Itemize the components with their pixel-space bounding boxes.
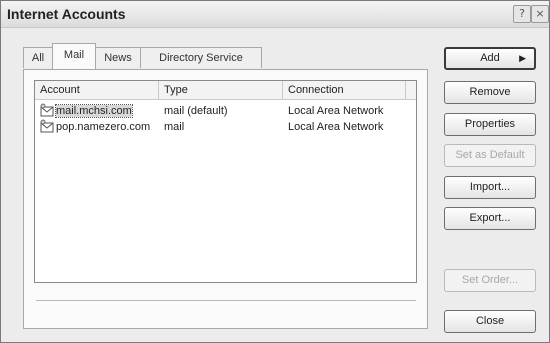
remove-button[interactable]: Remove: [444, 81, 536, 104]
list-item[interactable]: mail.mchsi.com mail (default) Local Area…: [35, 103, 416, 119]
add-button[interactable]: Add ▶: [444, 47, 536, 70]
close-icon[interactable]: ×: [531, 5, 549, 23]
close-button[interactable]: Close: [444, 310, 536, 333]
list-header: Account Type Connection: [35, 81, 416, 100]
set-as-default-button[interactable]: Set as Default: [444, 144, 536, 167]
account-name: mail.mchsi.com: [55, 104, 133, 118]
set-order-button[interactable]: Set Order...: [444, 269, 536, 292]
arrow-right-icon: ▶: [519, 53, 526, 63]
title-bar: Internet Accounts ? ×: [1, 1, 549, 28]
mail-account-icon: [40, 103, 54, 117]
column-header-type[interactable]: Type: [159, 81, 283, 99]
import-button[interactable]: Import...: [444, 176, 536, 199]
tab-directory-service[interactable]: Directory Service: [140, 47, 262, 68]
account-type: mail (default): [164, 105, 228, 117]
column-header-account[interactable]: Account: [35, 81, 159, 99]
account-connection: Local Area Network: [288, 105, 384, 117]
account-name: pop.namezero.com: [56, 121, 151, 133]
mail-account-icon: [40, 119, 54, 133]
internet-accounts-dialog: Internet Accounts ? × All Mail News Dire…: [0, 0, 550, 343]
column-header-connection[interactable]: Connection: [283, 81, 406, 99]
properties-button[interactable]: Properties: [444, 113, 536, 136]
window-title: Internet Accounts: [7, 6, 126, 22]
tab-panel-mail: Account Type Connection mail.mchsi.com m…: [23, 69, 428, 329]
account-connection: Local Area Network: [288, 121, 384, 133]
account-type: mail: [164, 121, 185, 133]
accounts-list[interactable]: Account Type Connection mail.mchsi.com m…: [34, 80, 417, 283]
tab-news[interactable]: News: [95, 47, 141, 68]
tab-mail[interactable]: Mail: [52, 43, 96, 69]
export-button[interactable]: Export...: [444, 207, 536, 230]
tab-all[interactable]: All: [23, 47, 53, 68]
help-icon[interactable]: ?: [513, 5, 531, 23]
list-item[interactable]: pop.namezero.com mail Local Area Network: [35, 119, 416, 135]
divider: [36, 300, 416, 304]
